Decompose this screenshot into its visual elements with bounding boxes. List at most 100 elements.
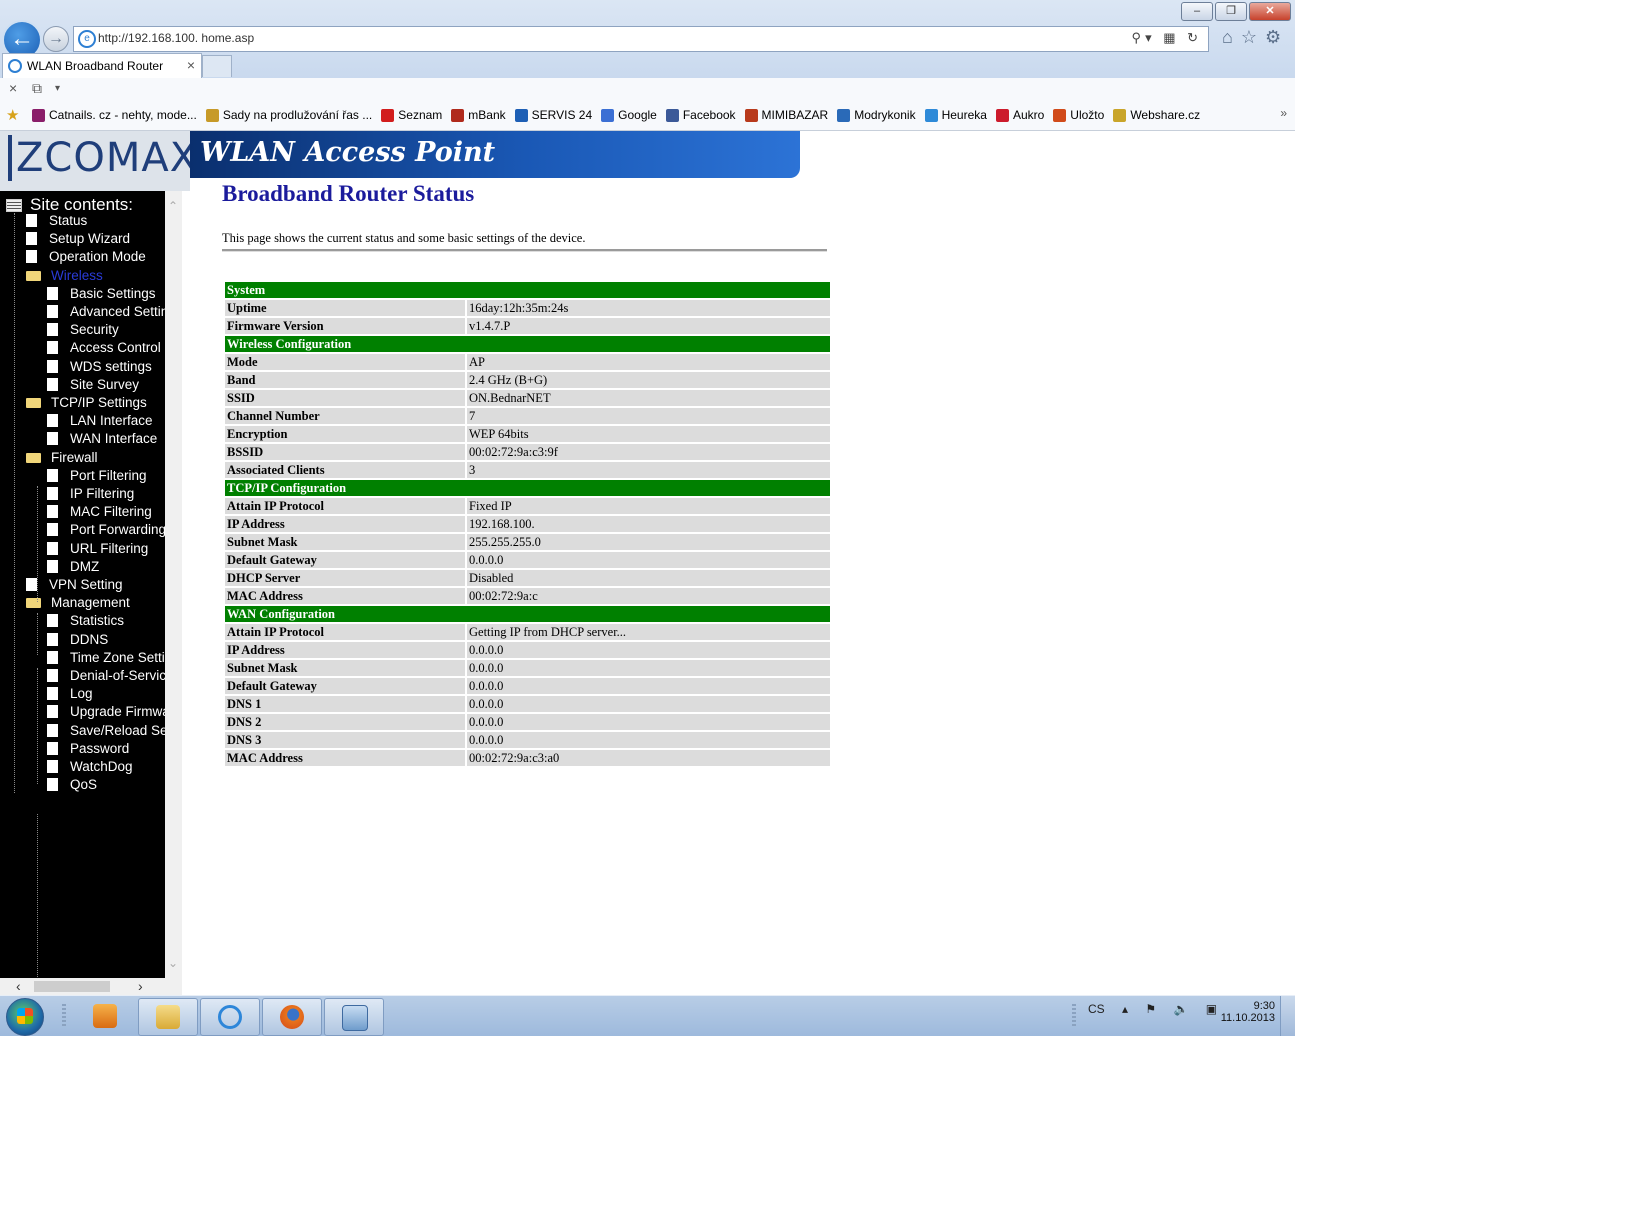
sidebar-item-label: DMZ [70, 558, 100, 574]
flag-icon[interactable]: ⚑ [1145, 1002, 1156, 1016]
sidebar-item[interactable]: Management [26, 595, 130, 610]
favorite-link[interactable]: Seznam [381, 108, 442, 122]
sidebar-item[interactable]: IP Filtering [47, 486, 134, 501]
start-button[interactable] [6, 998, 44, 1036]
sidebar-vertical-scrollbar[interactable]: ⌃ ⌄ [165, 191, 182, 978]
star-icon[interactable]: ☆ [1241, 27, 1265, 47]
new-tab-button[interactable] [202, 55, 232, 77]
sidebar-item[interactable]: VPN Setting [26, 577, 123, 592]
sidebar-item[interactable]: WatchDog [47, 759, 133, 774]
address-bar[interactable]: e http://192.168.100. home.asp ⚲▾ ▦ ↻ [73, 26, 1209, 52]
favorite-link[interactable]: Facebook [665, 108, 736, 122]
table-row: IP Address 0.0.0.0 [225, 642, 830, 658]
favorite-link[interactable]: Aukro [995, 108, 1044, 122]
sidebar-item[interactable]: Status [26, 213, 87, 228]
chevron-right-icon[interactable]: » [1280, 106, 1287, 120]
command-bar: × ⧉ ▾ [0, 78, 1295, 100]
gear-icon[interactable]: ⚙ [1265, 27, 1289, 47]
favorites-star-icon[interactable]: ★ [6, 106, 19, 124]
document-icon [26, 250, 37, 264]
scroll-up-icon[interactable]: ⌃ [168, 199, 178, 213]
volume-icon[interactable]: 🔈 [1174, 1002, 1189, 1016]
row-label: Firmware Version [225, 318, 465, 334]
sidebar-item-label: Basic Settings [70, 285, 156, 301]
favorite-link[interactable]: Webshare.cz [1113, 108, 1200, 122]
sidebar-item[interactable]: Denial-of-Service [47, 668, 165, 683]
taskbar-grip [62, 1004, 66, 1028]
favorite-link[interactable]: MIMIBAZAR [744, 108, 828, 122]
sidebar-item[interactable]: Site Survey [47, 377, 139, 392]
sidebar-item[interactable]: Log [47, 686, 93, 701]
favorite-link[interactable]: Sady na prodlužování řas ... [205, 108, 373, 122]
favorite-link[interactable]: Modrykonik [837, 108, 916, 122]
sidebar-item[interactable]: DMZ [47, 559, 99, 574]
close-button[interactable]: ✕ [1249, 2, 1291, 21]
row-value: 7 [467, 408, 830, 424]
show-desktop-button[interactable] [1280, 996, 1295, 1036]
section-title: Wireless Configuration [225, 336, 830, 352]
sidebar-item[interactable]: Wireless [26, 268, 103, 283]
favorite-link[interactable]: Uložto [1053, 108, 1104, 122]
sidebar-item[interactable]: Password [47, 741, 129, 756]
language-indicator[interactable]: CS [1088, 1002, 1105, 1016]
sidebar-item[interactable]: Security [47, 322, 119, 337]
favorite-link[interactable]: SERVIS 24 [514, 108, 592, 122]
sidebar-item[interactable]: Upgrade Firmware [47, 704, 165, 719]
sidebar-item[interactable]: LAN Interface [47, 413, 153, 428]
sidebar-item-label: WatchDog [70, 759, 133, 774]
sidebar-item[interactable]: Firewall [26, 450, 98, 465]
sidebar-item[interactable]: Port Forwarding [47, 522, 165, 537]
sidebar-item[interactable]: Statistics [47, 613, 124, 628]
sidebar-item[interactable]: Operation Mode [26, 249, 146, 264]
favorite-link[interactable]: Heureka [924, 108, 987, 122]
sidebar-item-label: Log [70, 686, 93, 702]
home-icon[interactable]: ⌂ [1222, 27, 1241, 47]
sidebar-item-label: IP Filtering [70, 486, 135, 501]
forward-arrow-icon[interactable]: → [43, 26, 69, 52]
restore-button[interactable]: ❐ [1215, 2, 1247, 21]
scroll-left-icon[interactable]: ‹ [16, 978, 21, 994]
sidebar-item[interactable]: Save/Reload Settings [47, 723, 165, 738]
favorite-link[interactable]: Google [601, 108, 657, 122]
sidebar-item[interactable]: TCP/IP Settings [26, 395, 147, 410]
sidebar-item-label: URL Filtering [70, 540, 149, 556]
taskbar-remote-desktop[interactable] [324, 998, 384, 1036]
sidebar-item[interactable]: Basic Settings [47, 286, 156, 301]
stop-icon[interactable]: × [9, 80, 17, 96]
taskbar-internet-explorer[interactable] [200, 998, 260, 1036]
favorite-label: Sady na prodlužování řas ... [222, 108, 373, 122]
ie-icon [218, 1005, 242, 1029]
scroll-thumb[interactable] [34, 981, 110, 992]
sidebar-item[interactable]: Access Control [47, 340, 161, 355]
sidebar-item[interactable]: DDNS [47, 632, 108, 647]
minimize-button[interactable]: – [1181, 2, 1213, 21]
compat-view-icon[interactable]: ⧉ [32, 80, 42, 97]
tab-wlan-router[interactable]: WLAN Broadband Router × [2, 53, 202, 78]
sidebar-item[interactable]: WAN Interface [47, 431, 157, 446]
sidebar-item[interactable]: WDS settings [47, 359, 152, 374]
close-tab-icon[interactable]: × [187, 57, 195, 73]
sidebar-item[interactable]: Setup Wizard [26, 231, 130, 246]
taskbar-media-player[interactable] [76, 998, 134, 1034]
sidebar-item[interactable]: QoS [47, 777, 97, 792]
row-label: MAC Address [225, 588, 465, 604]
sidebar-item[interactable]: Time Zone Setting [47, 650, 165, 665]
taskbar-explorer[interactable] [138, 998, 198, 1036]
chevron-down-icon[interactable]: ▾ [55, 83, 60, 94]
tray-expand-icon[interactable]: ▴ [1122, 1002, 1128, 1016]
sidebar-item[interactable]: Port Filtering [47, 468, 147, 483]
scroll-down-icon[interactable]: ⌄ [168, 956, 178, 970]
sidebar-item[interactable]: MAC Filtering [47, 504, 152, 519]
address-url[interactable]: http://192.168.100. home.asp [98, 31, 254, 45]
taskbar-firefox[interactable] [262, 998, 322, 1036]
sidebar-item[interactable]: Advanced Settings [47, 304, 165, 319]
favorite-link[interactable]: mBank [451, 108, 506, 122]
sidebar-item-label: Security [70, 322, 119, 338]
sidebar-horizontal-scrollbar[interactable]: ‹ › [0, 978, 182, 995]
favorite-link[interactable]: Catnails. cz - nehty, mode... [32, 108, 197, 122]
sidebar-item[interactable]: URL Filtering [47, 541, 148, 556]
clock[interactable]: 9:30 11.10.2013 [1215, 1000, 1275, 1024]
favorite-site-icon [514, 108, 528, 122]
address-tools-icons[interactable]: ⚲▾ ▦ ↻ [1132, 30, 1202, 46]
scroll-right-icon[interactable]: › [138, 978, 143, 994]
